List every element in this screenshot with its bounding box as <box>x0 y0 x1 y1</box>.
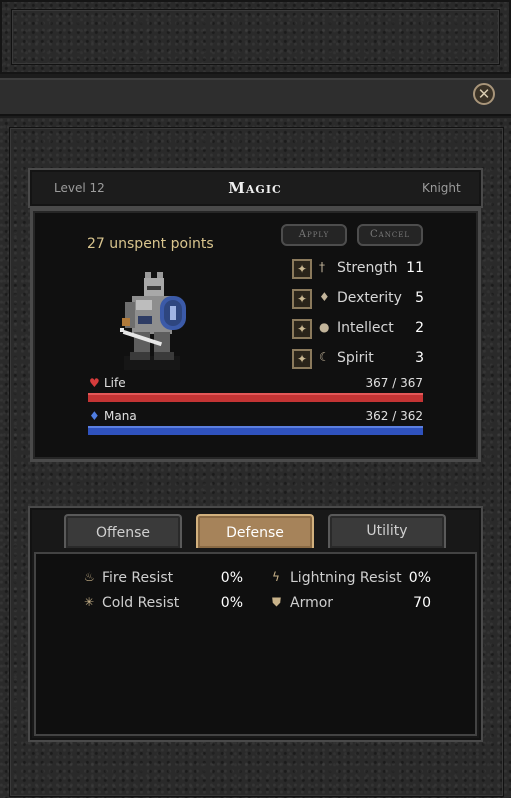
attribute-value: 11 <box>406 260 424 276</box>
attribute-value: 3 <box>415 350 424 366</box>
life-label: Life <box>104 376 126 390</box>
mana-gem-icon: ♦ <box>89 409 100 423</box>
mana-bar-fill <box>88 426 423 435</box>
increase-spirit-button[interactable]: ✦ <box>292 349 312 369</box>
defense-label: Fire Resist <box>102 570 174 586</box>
defense-label: Armor <box>290 595 334 611</box>
attribute-value: 2 <box>415 320 424 336</box>
increase-intellect-button[interactable]: ✦ <box>292 319 312 339</box>
tab-utility[interactable]: Utility <box>328 514 446 548</box>
tab-defense[interactable]: Defense <box>196 514 314 548</box>
snowflake-icon: ✳ <box>84 595 95 609</box>
diamond-icon: ♦ <box>319 290 330 304</box>
defense-label: Lightning Resist <box>290 570 402 586</box>
mana-bar <box>88 426 423 435</box>
life-bar <box>88 393 423 402</box>
defense-row-lightning-resist: ϟ Lightning Resist 0% <box>272 570 432 588</box>
defense-value: 0% <box>220 595 243 611</box>
top-panel <box>0 0 511 74</box>
attribute-row-spirit: ✦ ☾ Spirit 3 <box>292 349 427 369</box>
defense-row-armor: ⛊ Armor 70 <box>272 595 432 613</box>
life-value: 367 / 367 <box>365 376 423 390</box>
attribute-label: Intellect <box>337 320 394 336</box>
close-icon: ✕ <box>477 85 491 103</box>
attribute-row-strength: ✦ † Strength 11 <box>292 259 427 279</box>
mana-label: Mana <box>104 409 137 423</box>
apply-button[interactable]: Apply <box>281 224 347 246</box>
moon-icon: ☾ <box>319 350 330 364</box>
attribute-row-dexterity: ✦ ♦ Dexterity 5 <box>292 289 427 309</box>
panel-title: Magic <box>228 179 282 197</box>
defense-row-cold-resist: ✳ Cold Resist 0% <box>84 595 244 613</box>
attribute-row-intellect: ✦ ● Intellect 2 <box>292 319 427 339</box>
increase-strength-button[interactable]: ✦ <box>292 259 312 279</box>
life-bar-fill <box>88 393 423 402</box>
sword-icon: † <box>319 260 325 274</box>
attribute-label: Spirit <box>337 350 374 366</box>
lightning-icon: ϟ <box>272 570 280 584</box>
unspent-points: 27 unspent points <box>87 236 214 252</box>
class-label: Knight <box>422 181 461 195</box>
attribute-value: 5 <box>415 290 424 306</box>
defense-value: 0% <box>220 570 243 586</box>
orb-icon: ● <box>319 320 330 334</box>
heart-icon: ♥ <box>89 376 100 390</box>
mana-value: 362 / 362 <box>365 409 423 423</box>
flame-icon: ♨ <box>84 570 95 584</box>
knight-sprite <box>120 272 186 370</box>
cancel-button[interactable]: Cancel <box>357 224 423 246</box>
defense-row-fire-resist: ♨ Fire Resist 0% <box>84 570 244 588</box>
close-button[interactable]: ✕ <box>473 83 495 105</box>
defense-value: 70 <box>413 595 431 611</box>
tab-offense[interactable]: Offense <box>64 514 182 548</box>
attribute-label: Strength <box>337 260 398 276</box>
defense-value: 0% <box>408 570 431 586</box>
increase-dexterity-button[interactable]: ✦ <box>292 289 312 309</box>
level-label: Level 12 <box>54 181 105 195</box>
title-bar <box>0 78 511 116</box>
shield-icon: ⛊ <box>272 595 282 609</box>
defense-label: Cold Resist <box>102 595 180 611</box>
